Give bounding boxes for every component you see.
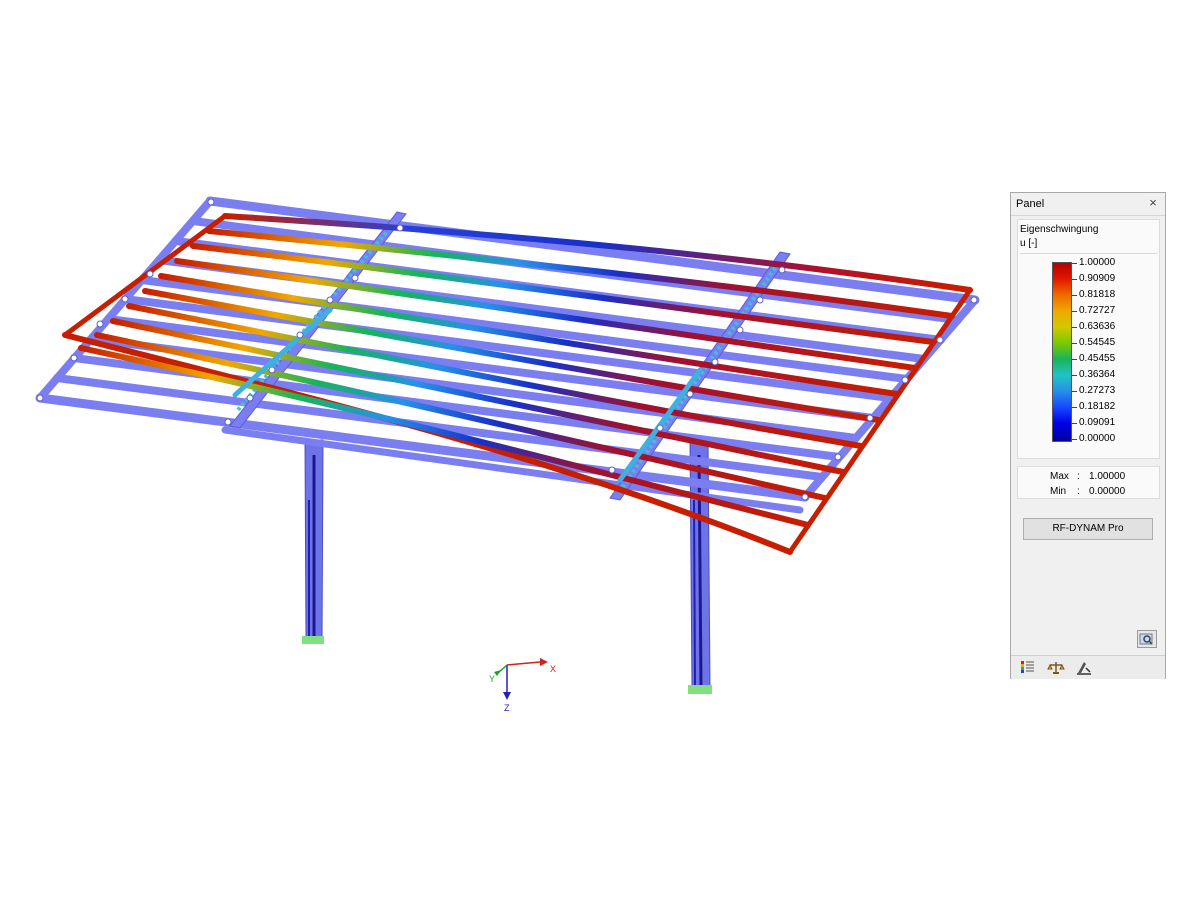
legend-tick bbox=[1072, 407, 1077, 408]
model-viewport[interactable]: X Y Z bbox=[0, 0, 1000, 900]
axis-y-label: Y bbox=[489, 674, 495, 684]
panel-footer-tabs bbox=[1011, 655, 1165, 679]
color-legend: Eigenschwingung u [-] 1.00000 0.90909 0.… bbox=[1017, 219, 1160, 459]
max-value: 1.00000 bbox=[1089, 471, 1126, 482]
results-panel: Panel × Eigenschwingung u [-] 1.00000 0.… bbox=[1010, 192, 1166, 679]
legend-value: 0.90909 bbox=[1079, 273, 1116, 284]
legend-tick bbox=[1072, 343, 1077, 344]
axis-z-label: Z bbox=[504, 703, 510, 713]
legend-value: 0.63636 bbox=[1079, 321, 1116, 332]
legend-tick bbox=[1072, 327, 1077, 328]
zoom-icon[interactable] bbox=[1137, 630, 1157, 648]
legend-tick bbox=[1072, 263, 1077, 264]
legend-value: 0.81818 bbox=[1079, 289, 1116, 300]
support-left bbox=[302, 636, 324, 644]
color-scale-bar bbox=[1052, 262, 1072, 442]
legend-value: 0.45455 bbox=[1079, 353, 1116, 364]
legend-tick bbox=[1072, 423, 1077, 424]
panel-title: Panel bbox=[1016, 198, 1045, 210]
legend-value: 0.09091 bbox=[1079, 417, 1116, 428]
legend-divider bbox=[1020, 253, 1157, 254]
structure-drawing: X Y Z bbox=[35, 196, 980, 713]
legend-value: 0.36364 bbox=[1079, 369, 1116, 380]
legend-tick bbox=[1072, 391, 1077, 392]
max-min-box: Max : 1.00000 Min : 0.00000 bbox=[1017, 466, 1160, 499]
legend-tick bbox=[1072, 295, 1077, 296]
legend-tick bbox=[1072, 279, 1077, 280]
min-value: 0.00000 bbox=[1089, 486, 1126, 497]
axis-x-label: X bbox=[550, 664, 556, 674]
close-icon[interactable]: × bbox=[1145, 195, 1161, 211]
legend-tick bbox=[1072, 311, 1077, 312]
column-left bbox=[302, 439, 324, 644]
balance-icon[interactable] bbox=[1047, 659, 1065, 676]
unit-label: u [-] bbox=[1020, 238, 1038, 249]
color-scale-icon[interactable] bbox=[1019, 659, 1037, 676]
min-label: Min bbox=[1050, 486, 1067, 497]
result-type-label: Eigenschwingung bbox=[1020, 224, 1099, 235]
axis-triad: X Y Z bbox=[489, 658, 556, 713]
legend-value: 0.54545 bbox=[1079, 337, 1116, 348]
max-label: Max bbox=[1050, 471, 1069, 482]
rf-dynam-pro-button[interactable]: RF-DYNAM Pro bbox=[1023, 518, 1153, 540]
view-adjust-icon[interactable] bbox=[1075, 659, 1093, 676]
legend-value: 1.00000 bbox=[1079, 257, 1116, 268]
support-right bbox=[688, 685, 712, 694]
legend-value: 0.00000 bbox=[1079, 433, 1116, 444]
legend-value: 0.18182 bbox=[1079, 401, 1116, 412]
max-separator: : bbox=[1077, 471, 1080, 482]
legend-tick bbox=[1072, 439, 1077, 440]
legend-tick bbox=[1072, 375, 1077, 376]
panel-title-bar[interactable]: Panel × bbox=[1011, 193, 1165, 216]
legend-tick bbox=[1072, 359, 1077, 360]
min-separator: : bbox=[1077, 486, 1080, 497]
legend-value: 0.72727 bbox=[1079, 305, 1116, 316]
legend-value: 0.27273 bbox=[1079, 385, 1116, 396]
